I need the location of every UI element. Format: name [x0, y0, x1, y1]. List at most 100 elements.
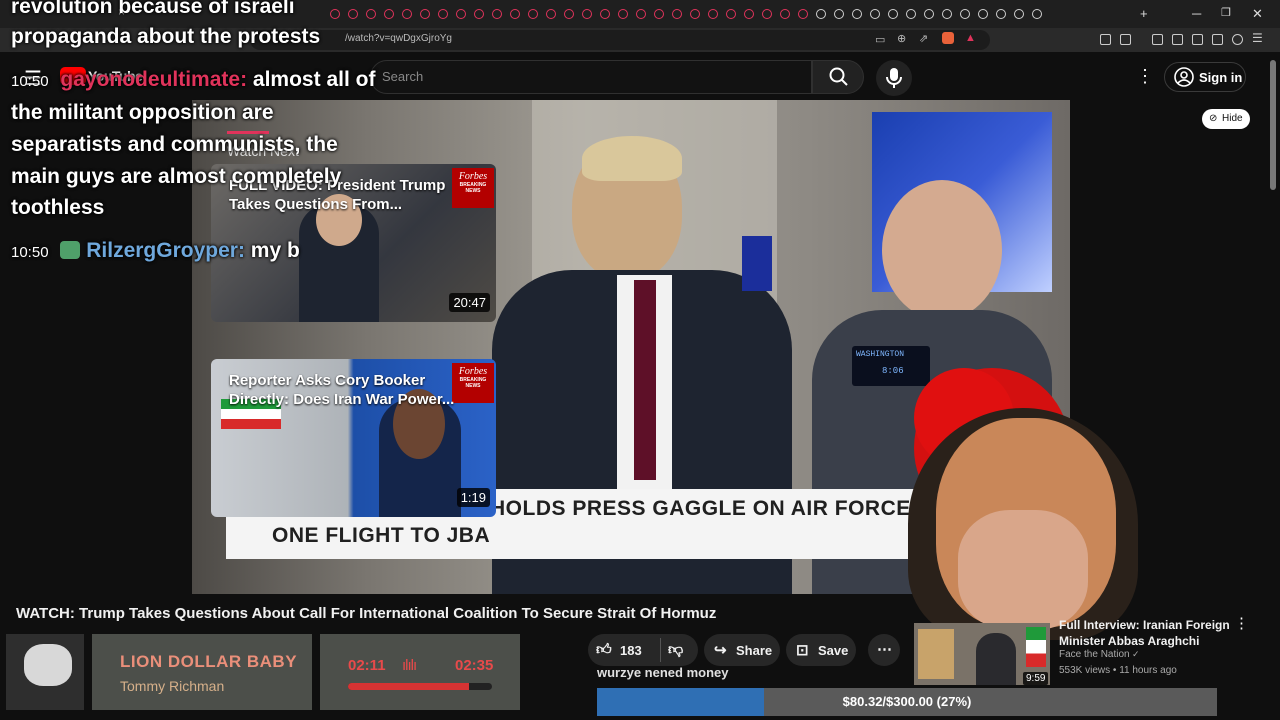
browser-tab[interactable] — [528, 9, 538, 19]
chat-username: RilzergGroyper: — [86, 239, 245, 262]
brave-shield-icon[interactable] — [942, 32, 954, 44]
browser-tab[interactable] — [474, 9, 484, 19]
browser-tab[interactable] — [402, 9, 412, 19]
thumb-flag — [1026, 627, 1046, 667]
vpn-icon[interactable] — [1232, 34, 1243, 45]
browser-tab[interactable] — [366, 9, 376, 19]
browser-tab[interactable] — [960, 9, 970, 19]
chat-timestamp: 10:50 — [11, 73, 49, 90]
browser-tab[interactable] — [816, 9, 826, 19]
browser-tab[interactable] — [996, 9, 1006, 19]
browser-tab[interactable] — [348, 9, 358, 19]
like-dislike-group: 👍︎ 183 👎︎ — [588, 634, 698, 666]
browser-tab[interactable] — [456, 9, 466, 19]
menu-icon[interactable]: ☰ — [1252, 31, 1263, 45]
chat-username: gayonodeultimate: — [60, 68, 248, 91]
browser-tab[interactable] — [330, 9, 340, 19]
wallet-icon[interactable] — [1192, 34, 1203, 45]
browser-tab[interactable] — [618, 9, 628, 19]
browser-tab[interactable] — [888, 9, 898, 19]
browser-tab[interactable] — [546, 9, 556, 19]
browser-tab[interactable] — [420, 9, 430, 19]
dislike-button[interactable]: 👎︎ — [668, 641, 683, 659]
browser-tab[interactable] — [924, 9, 934, 19]
browser-tab[interactable] — [636, 9, 646, 19]
browser-tab[interactable] — [510, 9, 520, 19]
brave-rewards-icon[interactable]: ▲ — [965, 32, 976, 44]
browser-tab[interactable] — [744, 9, 754, 19]
like-count: 183 — [620, 643, 642, 658]
close-window-icon[interactable]: ✕ — [1252, 6, 1263, 22]
album-art-figure — [24, 644, 72, 686]
track-artist: Tommy Richman — [120, 678, 225, 694]
more-actions-button[interactable]: ⋯ — [868, 634, 900, 666]
minimize-icon[interactable]: ─ — [1192, 6, 1201, 21]
video-title: WATCH: Trump Takes Questions About Call … — [16, 605, 717, 622]
media-icon[interactable] — [1152, 34, 1163, 45]
browser-tab[interactable] — [492, 9, 502, 19]
recommended-title[interactable]: Full Interview: Iranian Foreign Minister… — [1059, 617, 1239, 649]
speaker-hair — [582, 136, 682, 181]
bookmark-icon: ⊡ — [796, 642, 809, 659]
verified-icon: ✓ — [1132, 649, 1140, 659]
chat-text: my b — [250, 239, 300, 262]
chat-message-1: 10:50 gayonodeultimate: almost all of — [11, 64, 375, 97]
browser-tab[interactable] — [708, 9, 718, 19]
browser-tab[interactable] — [942, 9, 952, 19]
browser-tab[interactable] — [798, 9, 808, 19]
share-button[interactable]: ↪ Share — [704, 634, 780, 666]
browser-tab[interactable] — [384, 9, 394, 19]
browser-tab[interactable] — [726, 9, 736, 19]
chat-emote-icon — [60, 241, 81, 259]
zoom-icon[interactable]: ⊕ — [897, 32, 906, 45]
suggestion-duration: 1:19 — [456, 488, 490, 507]
share-label: Share — [736, 643, 773, 658]
reader-icon[interactable] — [1172, 34, 1183, 45]
sign-in-label: Sign in — [1199, 70, 1243, 85]
install-icon[interactable]: ▭ — [875, 33, 885, 46]
search-icon — [829, 67, 848, 86]
puzzle-icon[interactable] — [1212, 34, 1223, 45]
browser-tab[interactable] — [672, 9, 682, 19]
search-input[interactable]: Search — [382, 69, 423, 84]
new-tab-button[interactable]: + — [1140, 6, 1148, 21]
browser-tab[interactable] — [1032, 9, 1042, 19]
browser-tab[interactable] — [780, 9, 790, 19]
recommended-more-icon[interactable]: ⋮ — [1234, 614, 1249, 632]
like-button[interactable]: 👍︎ — [596, 641, 612, 659]
page-scrollbar[interactable] — [1270, 60, 1276, 190]
browser-tab[interactable] — [1014, 9, 1024, 19]
share-page-icon[interactable]: ⇗ — [919, 32, 928, 45]
search-button[interactable] — [812, 60, 864, 94]
browser-tab[interactable] — [654, 9, 664, 19]
browser-tab[interactable] — [834, 9, 844, 19]
sidebar-icon[interactable] — [1120, 34, 1131, 45]
browser-tab[interactable] — [906, 9, 916, 19]
url-text[interactable]: /watch?v=qwDgxGjroYg — [345, 33, 452, 44]
browser-tab[interactable] — [762, 9, 772, 19]
suggestion-card-2[interactable]: Forbes BREAKING NEWS Reporter Asks Cory B… — [211, 359, 496, 517]
voice-search-button[interactable] — [876, 60, 912, 96]
mic-icon — [886, 68, 902, 88]
browser-tab[interactable] — [870, 9, 880, 19]
recommended-channel[interactable]: Face the Nation — [1059, 649, 1130, 660]
browser-tab[interactable] — [582, 9, 592, 19]
sign-in-button[interactable]: Sign in — [1164, 62, 1246, 92]
maximize-icon[interactable]: ❐ — [1221, 6, 1231, 19]
browser-tab[interactable] — [600, 9, 610, 19]
browser-tab[interactable] — [438, 9, 448, 19]
track-progress-fill — [348, 683, 469, 690]
more-options-icon[interactable]: ⋮ — [1136, 66, 1154, 87]
save-button[interactable]: ⊡ Save — [786, 634, 856, 666]
browser-tab[interactable] — [978, 9, 988, 19]
chat-line: main guys are almost completely — [11, 165, 342, 188]
track-total-time: 02:35 — [455, 657, 494, 674]
chat-line: separatists and communists, the — [11, 133, 338, 156]
browser-tab[interactable] — [564, 9, 574, 19]
lower-third-line1: HOLDS PRESS GAGGLE ON AIR FORCE — [490, 497, 911, 520]
browser-tab[interactable] — [690, 9, 700, 19]
hide-overlay-button[interactable]: ⊘ Hide — [1202, 109, 1250, 129]
browser-tab[interactable] — [852, 9, 862, 19]
search-box[interactable] — [370, 60, 812, 94]
extension-icon[interactable] — [1100, 34, 1111, 45]
